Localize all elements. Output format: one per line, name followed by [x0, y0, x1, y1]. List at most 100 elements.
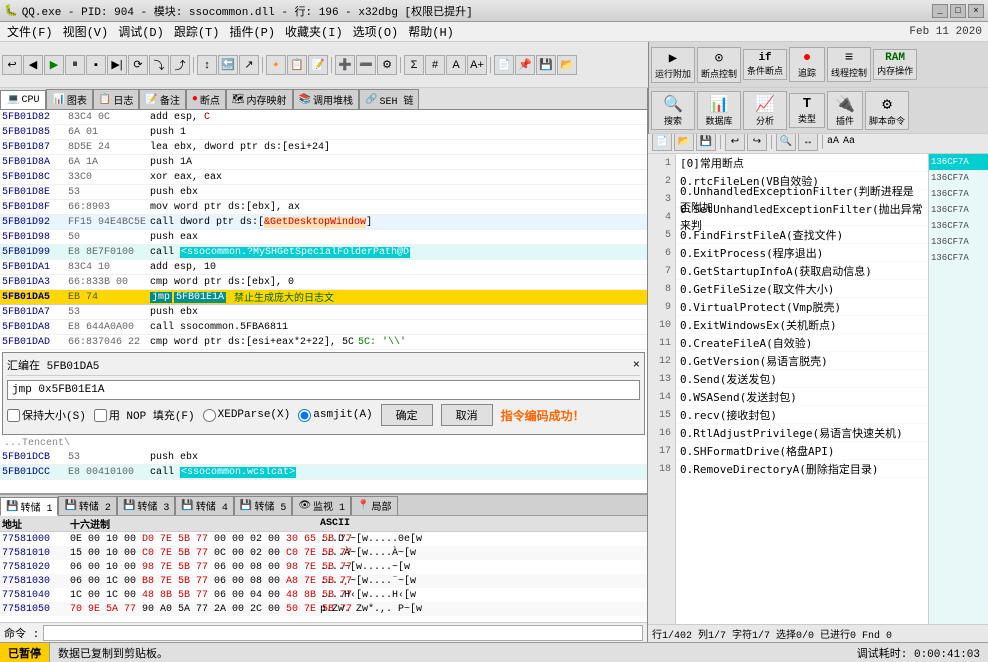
- menu-plugin[interactable]: 插件(P): [224, 21, 280, 42]
- menu-debug[interactable]: 调试(D): [113, 21, 169, 42]
- disasm-row[interactable]: 5FB01D85 6A 01 push 1: [0, 125, 647, 140]
- tb-back[interactable]: ◀: [23, 55, 43, 75]
- memory-op-btn[interactable]: RAM 内存操作: [873, 49, 917, 80]
- dump-row[interactable]: 77581050 70 9E 5A 77 90 A0 5A 77 2A 00 2…: [0, 602, 647, 616]
- cmd-input[interactable]: [43, 625, 643, 641]
- tab-dump3[interactable]: 💾 转储 3: [117, 496, 175, 515]
- trace-btn[interactable]: ● 追踪: [789, 47, 825, 82]
- disasm-row[interactable]: 5FB01D82 83C4 0C add esp, C: [0, 110, 647, 125]
- xedparse-radio[interactable]: XEDParse(X): [203, 409, 291, 422]
- run-attach-btn[interactable]: ▶ 运行附加: [651, 47, 695, 83]
- asm-cancel-btn[interactable]: 取消: [441, 404, 493, 426]
- dialog-close-icon[interactable]: ×: [633, 358, 640, 372]
- minimize-button[interactable]: _: [932, 4, 948, 18]
- asm-input[interactable]: [7, 380, 640, 400]
- disasm-row[interactable]: 5FB01DA3 66:833B 00 cmp word ptr ds:[ebx…: [0, 275, 647, 290]
- tab-dump2[interactable]: 💾 转储 2: [58, 496, 116, 515]
- dump-row[interactable]: 77581030 06 00 1C 00 B8 7E 5B 77 06 00 0…: [0, 574, 647, 588]
- tab-dump1[interactable]: 💾 转储 1: [0, 497, 58, 516]
- menu-view[interactable]: 视图(V): [58, 21, 114, 42]
- search-btn[interactable]: 🔍 搜索: [651, 91, 695, 130]
- tab-graph[interactable]: 📊 图表: [46, 89, 92, 109]
- np-find[interactable]: 🔍: [776, 133, 796, 151]
- menu-favorites[interactable]: 收藏夹(I): [280, 21, 348, 42]
- tb-step-into[interactable]: ▶|: [107, 55, 127, 75]
- disasm-row-selected[interactable]: 5FB01DA5 EB 74 jmp 5FB01E1A 禁止生成庞大的日志文: [0, 290, 647, 305]
- disasm-row[interactable]: 5FB01D8A 6A 1A push 1A: [0, 155, 647, 170]
- disasm-row[interactable]: 5FB01DA8 E8 644A0A00 call ssocommon.5FBA…: [0, 320, 647, 335]
- tb-font[interactable]: A: [446, 55, 466, 75]
- tb-copy[interactable]: 📋: [287, 55, 307, 75]
- nop-fill-check[interactable]: 用 NOP 填充(F): [94, 407, 195, 423]
- tab-dump4[interactable]: 💾 转储 4: [175, 496, 233, 515]
- tab-callstack[interactable]: 📚 调用堆栈: [293, 89, 359, 109]
- asm-confirm-btn[interactable]: 确定: [381, 404, 433, 426]
- type-btn[interactable]: T 类型: [789, 93, 825, 128]
- menu-trace[interactable]: 跟踪(T): [169, 21, 225, 42]
- disasm-row-after1[interactable]: 5FB01DCB 53 push ebx: [0, 450, 647, 465]
- disasm-row[interactable]: 5FB01D99 E8 8E7F0100 call <ssocommon.?My…: [0, 245, 647, 260]
- dump-row[interactable]: 77581020 06 00 10 00 98 7E 5B 77 06 00 0…: [0, 560, 647, 574]
- tb-step-over[interactable]: ⟳: [128, 55, 148, 75]
- disasm-row-after2[interactable]: 5FB01DCC E8 00410100 call <ssocommon.wcs…: [0, 465, 647, 480]
- tb-save[interactable]: 💾: [536, 55, 556, 75]
- disasm-row[interactable]: 5FB01DAD 66:837046 22 cmp word ptr ds:[e…: [0, 335, 647, 350]
- np-open[interactable]: 📂: [674, 133, 694, 151]
- np-replace[interactable]: ↔: [798, 133, 818, 151]
- disasm-row[interactable]: 5FB01D92 FF15 94E4BC5E call dword ptr ds…: [0, 215, 647, 230]
- tb-stop[interactable]: ▪: [86, 55, 106, 75]
- tb-run[interactable]: ▶: [44, 55, 64, 75]
- tab-locals[interactable]: 📍 局部: [351, 496, 397, 515]
- tb-add[interactable]: ➕: [335, 55, 355, 75]
- tab-breakpoints[interactable]: ● 断点: [186, 89, 226, 109]
- np-new[interactable]: 📄: [652, 133, 672, 151]
- close-button[interactable]: ×: [968, 4, 984, 18]
- menu-help[interactable]: 帮助(H): [403, 21, 459, 42]
- maximize-button[interactable]: □: [950, 4, 966, 18]
- tb-bp[interactable]: ↕: [197, 55, 217, 75]
- tab-memmap[interactable]: 🗺 内存映射: [226, 89, 293, 109]
- tb-run-to[interactable]: ⤴: [170, 55, 190, 75]
- tb-fontp[interactable]: A+: [467, 55, 487, 75]
- plugin-btn[interactable]: 🔌 插件: [827, 91, 863, 130]
- menu-options[interactable]: 选项(O): [348, 21, 404, 42]
- dump-row[interactable]: 77581040 1C 00 1C 00 48 8B 5B 77 06 00 0…: [0, 588, 647, 602]
- disasm-row[interactable]: 5FB01D98 50 push eax: [0, 230, 647, 245]
- np-save[interactable]: 💾: [696, 133, 716, 151]
- np-redo[interactable]: ↪: [747, 133, 767, 151]
- disasm-row[interactable]: 5FB01DA7 53 push ebx: [0, 305, 647, 320]
- disasm-row[interactable]: 5FB01D8F 66:8903 mov word ptr ds:[ebx], …: [0, 200, 647, 215]
- disasm-row[interactable]: 5FB01D87 8D5E 24 lea ebx, dword ptr ds:[…: [0, 140, 647, 155]
- tb-sum[interactable]: Σ: [404, 55, 424, 75]
- tab-notes[interactable]: 📝 备注: [139, 89, 185, 109]
- tb-step-out[interactable]: ⤵: [149, 55, 169, 75]
- tab-dump5[interactable]: 💾 转储 5: [234, 496, 292, 515]
- keep-size-check[interactable]: 保持大小(S): [7, 407, 86, 423]
- dump-row[interactable]: 77581000 0E 00 10 00 D0 7E 5B 77 00 00 0…: [0, 532, 647, 546]
- thread-control-btn[interactable]: ≡ 线程控制: [827, 47, 871, 82]
- tb-settings[interactable]: ⚙: [377, 55, 397, 75]
- database-btn[interactable]: 📊 数据库: [697, 91, 741, 130]
- tab-watch1[interactable]: 👁 监视 1: [292, 496, 351, 515]
- tb-restart[interactable]: ↩: [2, 55, 22, 75]
- tb-back2[interactable]: 🔙: [218, 55, 238, 75]
- tb-rem[interactable]: ➖: [356, 55, 376, 75]
- tb-open[interactable]: 📂: [557, 55, 577, 75]
- tab-seh[interactable]: 🔗 SEH 链: [359, 89, 419, 109]
- tb-fwd[interactable]: ↗: [239, 55, 259, 75]
- tb-highlight[interactable]: 🔸: [266, 55, 286, 75]
- np-undo[interactable]: ↩: [725, 133, 745, 151]
- disasm-row[interactable]: 5FB01D8E 53 push ebx: [0, 185, 647, 200]
- tb-pin[interactable]: 📌: [515, 55, 535, 75]
- tab-log[interactable]: 📋 日志: [93, 89, 139, 109]
- analysis-btn[interactable]: 📈 分析: [743, 91, 787, 130]
- disasm-row[interactable]: 5FB01DA1 83C4 10 add esp, 10: [0, 260, 647, 275]
- disasm-row[interactable]: 5FB01D8C 33C0 xor eax, eax: [0, 170, 647, 185]
- conditional-bp-btn[interactable]: if 条件断点: [743, 49, 787, 80]
- menu-file[interactable]: 文件(F): [2, 21, 58, 42]
- breakpoint-control-btn[interactable]: ⊙ 断点控制: [697, 47, 741, 83]
- tab-cpu[interactable]: 💻 CPU: [0, 90, 46, 110]
- note-lines[interactable]: [0]常用断点 0.rtcFileLen(VB自效验) 0.UnhandledE…: [676, 154, 928, 624]
- asmjit-radio[interactable]: asmjit(A): [298, 409, 372, 422]
- tb-new[interactable]: 📄: [494, 55, 514, 75]
